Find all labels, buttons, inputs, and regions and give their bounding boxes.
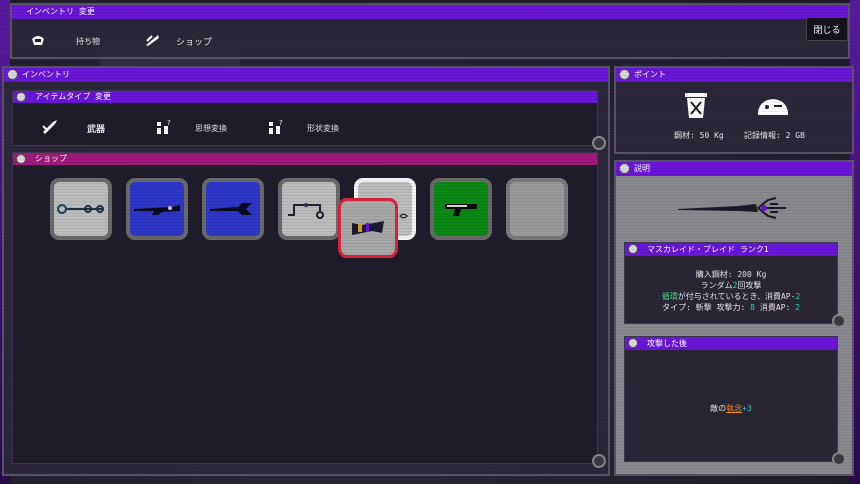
- after-attack-box: 攻撃した後 敵の執念+3: [624, 336, 838, 462]
- attack-pre: ランダム: [700, 281, 733, 290]
- attack-line: ランダム2回攻撃: [625, 280, 837, 291]
- after-attack-effect: 敵の執念+3: [625, 403, 837, 414]
- shop-slot-6[interactable]: [430, 178, 492, 240]
- after-keyword: 執念: [726, 404, 743, 413]
- inventory-change-panel: インベントリ 変更 持ち物 ショップ: [10, 3, 850, 59]
- item-type-title: アイテムタイプ 変更: [13, 91, 597, 103]
- subpanel-dot: [628, 244, 638, 254]
- condition-mid: が付与されているとき、消費AP-: [677, 292, 796, 301]
- shop-slot-4[interactable]: [278, 178, 340, 240]
- description-panel: 説明 マスカレイド・ブレイド ランク1 購入鋼材: 200 Kg ランダム2回攻…: [614, 160, 854, 476]
- points-title: ポイント: [616, 68, 852, 82]
- scissors-weapon-icon: [210, 203, 252, 215]
- corner-knob: [592, 136, 606, 150]
- inventory-panel: インベントリ アイテムタイプ 変更 武器 ? 思想変換 ? 形状変換 ショップ: [2, 66, 610, 476]
- after-pre: 敵の: [710, 404, 727, 413]
- close-button[interactable]: 閉じる: [806, 17, 848, 41]
- held-item[interactable]: [338, 198, 398, 258]
- type-weapon[interactable]: 武器: [87, 122, 105, 135]
- shape-icon: ?: [267, 118, 285, 136]
- pistol-weapon-icon: [445, 204, 477, 216]
- panel-dot: [619, 69, 630, 80]
- shop-slot-1[interactable]: [50, 178, 112, 240]
- shop-slot-7-empty[interactable]: [506, 178, 568, 240]
- tab-shop[interactable]: ショップ: [176, 35, 212, 48]
- panel-dot: [7, 69, 18, 80]
- corner-knob: [832, 314, 846, 328]
- subpanel-dot: [628, 338, 638, 348]
- condition-line: 循環が付与されているとき、消費AP-2: [625, 291, 837, 302]
- inventory-title: インベントリ: [4, 68, 608, 82]
- shop-slot-2[interactable]: [126, 178, 188, 240]
- cost-line: 購入鋼材: 200 Kg: [695, 270, 767, 279]
- materials-icon: [682, 90, 710, 120]
- memory-amount: 記録情報: 2 GB: [744, 131, 805, 140]
- corner-knob: [592, 454, 606, 468]
- condition-number: 2: [795, 292, 801, 301]
- svg-text:?: ?: [279, 119, 283, 127]
- memory-icon: [756, 96, 790, 118]
- shop-title: ショップ: [13, 153, 597, 165]
- weapon-icon: [41, 118, 59, 136]
- points-panel: ポイント 鋼材: 50 Kg 記録情報: 2 GB: [614, 66, 854, 154]
- thought-icon: ?: [155, 118, 173, 136]
- item-type-bar: アイテムタイプ 変更 武器 ? 思想変換 ? 形状変換: [12, 90, 598, 146]
- type-pre: タイプ: 斬撃 攻撃力:: [662, 303, 751, 312]
- rifle-weapon-icon: [134, 205, 180, 215]
- type-thought[interactable]: 思想変換: [195, 123, 227, 134]
- shop-icon: [144, 33, 160, 47]
- condition-keyword: 循環: [661, 292, 678, 301]
- materials-amount: 鋼材: 50 Kg: [674, 131, 724, 140]
- after-value: +3: [742, 404, 752, 413]
- bag-icon: [30, 33, 46, 47]
- subpanel-dot: [16, 92, 26, 102]
- item-preview-icon: [676, 196, 792, 220]
- panel-title: インベントリ 変更: [12, 5, 848, 19]
- ap-cost: 2: [795, 303, 800, 312]
- chain-weapon-icon: [57, 204, 104, 214]
- hook-chain-weapon-icon: [288, 203, 324, 219]
- type-shape[interactable]: 形状変換: [307, 123, 339, 134]
- tab-inventory[interactable]: 持ち物: [76, 36, 100, 47]
- shop-slot-3[interactable]: [202, 178, 264, 240]
- item-details: マスカレイド・ブレイド ランク1 購入鋼材: 200 Kg ランダム2回攻撃 循…: [624, 242, 838, 324]
- description-title: 説明: [616, 162, 852, 176]
- item-name: マスカレイド・ブレイド ランク1: [625, 243, 837, 256]
- held-item-icon: [352, 221, 384, 235]
- subpanel-dot: [16, 154, 26, 164]
- after-attack-title: 攻撃した後: [625, 337, 837, 350]
- panel-dot: [619, 163, 630, 174]
- type-line: タイプ: 斬撃 攻撃力: 8 消費AP: 2: [625, 302, 837, 313]
- attack-post: 回攻撃: [737, 281, 762, 290]
- corner-knob: [832, 452, 846, 466]
- svg-text:?: ?: [167, 119, 171, 127]
- ap-label: 消費AP:: [755, 303, 796, 312]
